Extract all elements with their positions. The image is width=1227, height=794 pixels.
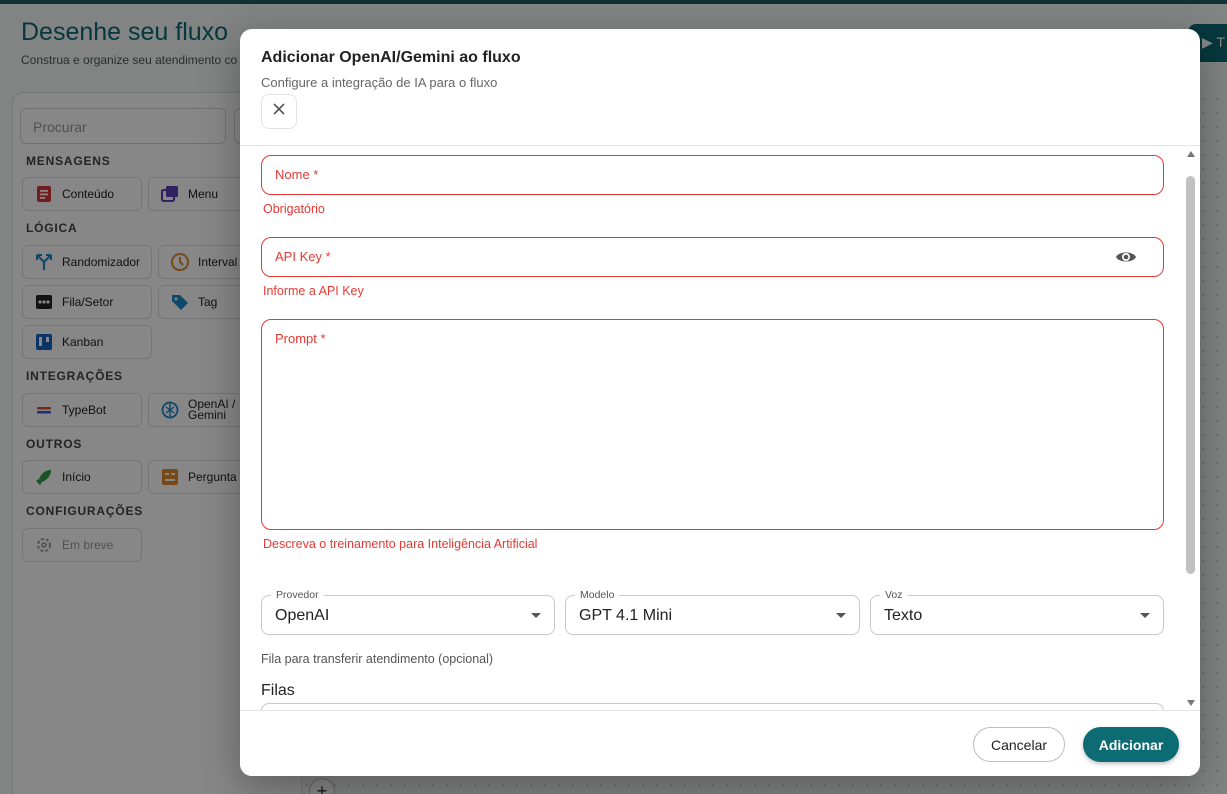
modelo-select[interactable]: Modelo GPT 4.1 Mini [565, 589, 860, 635]
prompt-textarea[interactable]: Prompt * [261, 319, 1164, 530]
chevron-down-icon [1140, 613, 1150, 618]
scroll-down-icon[interactable] [1187, 700, 1195, 706]
dialog-title: Adicionar OpenAI/Gemini ao fluxo [261, 49, 521, 66]
eye-icon[interactable] [1115, 249, 1137, 270]
modelo-label: Modelo [575, 589, 620, 601]
voz-value: Texto [884, 607, 923, 624]
prompt-error: Descreva o treinamento para Inteligência… [263, 537, 538, 551]
filas-title: Filas [261, 682, 295, 699]
dialog-subtitle: Configure a integração de IA para o flux… [261, 75, 498, 90]
provedor-select[interactable]: Provedor OpenAI [261, 589, 555, 635]
provedor-label: Provedor [271, 589, 324, 601]
api-key-error: Informe a API Key [263, 284, 364, 298]
queue-transfer-label: Fila para transferir atendimento (opcion… [261, 652, 494, 666]
provedor-value: OpenAI [275, 607, 330, 624]
dialog-body: Nome * Obrigatório API Key * Informe a A… [240, 146, 1200, 710]
cancel-button[interactable]: Cancelar [973, 727, 1065, 762]
api-key-field[interactable]: API Key * [261, 237, 1164, 277]
close-button[interactable] [261, 94, 297, 129]
nome-label: Nome * [275, 167, 319, 182]
chevron-down-icon [531, 613, 541, 618]
add-button[interactable]: Adicionar [1083, 727, 1179, 762]
dialog-scrollbar[interactable] [1184, 149, 1198, 709]
voz-select[interactable]: Voz Texto [870, 589, 1164, 635]
close-icon [272, 102, 286, 121]
api-key-label: API Key * [275, 249, 331, 264]
add-openai-dialog: Adicionar OpenAI/Gemini ao fluxo Configu… [240, 29, 1200, 776]
modelo-value: GPT 4.1 Mini [579, 607, 673, 624]
scrollbar-thumb[interactable] [1186, 176, 1195, 574]
prompt-label: Prompt * [275, 331, 326, 346]
filas-select[interactable]: - [261, 703, 1164, 710]
nome-error: Obrigatório [263, 202, 325, 216]
dialog-footer: Cancelar Adicionar [240, 710, 1200, 776]
scroll-up-icon[interactable] [1187, 151, 1195, 157]
chevron-down-icon [836, 613, 846, 618]
dialog-header: Adicionar OpenAI/Gemini ao fluxo Configu… [240, 29, 1200, 146]
voz-label: Voz [880, 589, 908, 601]
nome-field[interactable]: Nome * [261, 155, 1164, 195]
